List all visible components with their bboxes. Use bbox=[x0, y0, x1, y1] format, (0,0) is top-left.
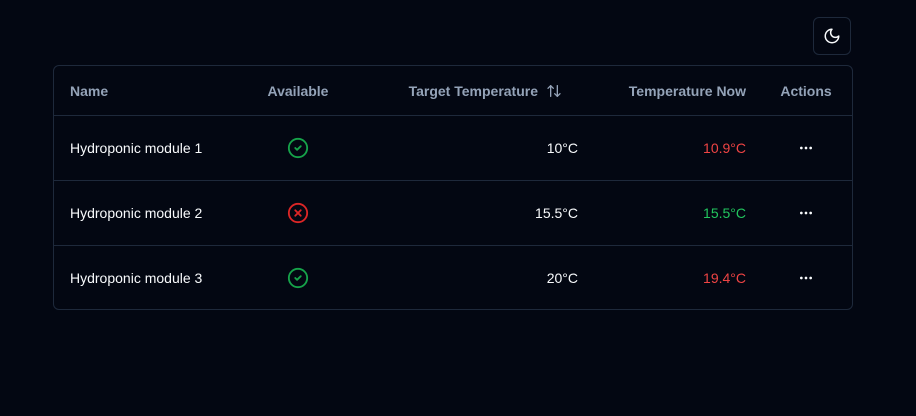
temperature-now: 15.5°C bbox=[703, 205, 746, 221]
column-header-temperature-now: Temperature Now bbox=[628, 82, 746, 99]
module-name: Hydroponic module 3 bbox=[70, 270, 203, 286]
x-circle-icon bbox=[287, 202, 309, 224]
moon-icon bbox=[824, 28, 840, 44]
more-horizontal-icon[interactable] bbox=[794, 201, 818, 225]
more-horizontal-icon[interactable] bbox=[794, 266, 818, 290]
row-actions bbox=[766, 181, 846, 245]
temperature-now: 10.9°C bbox=[703, 140, 746, 156]
table-header-row: Name Available Target Temperature Temper… bbox=[54, 66, 852, 115]
column-header-available: Available bbox=[267, 82, 329, 99]
column-header-name: Name bbox=[70, 82, 109, 99]
availability-cell bbox=[254, 116, 342, 180]
check-circle-icon bbox=[287, 137, 309, 159]
more-horizontal-icon[interactable] bbox=[794, 136, 818, 160]
modules-table: Name Available Target Temperature Temper… bbox=[53, 65, 853, 310]
check-circle-icon bbox=[287, 267, 309, 289]
target-temperature: 10°C bbox=[546, 140, 578, 156]
temperature-now: 19.4°C bbox=[703, 270, 746, 286]
module-name: Hydroponic module 2 bbox=[70, 205, 203, 221]
table-row: Hydroponic module 1 10°C 10.9°C bbox=[54, 115, 852, 180]
module-name: Hydroponic module 1 bbox=[70, 140, 203, 156]
column-header-target-temperature[interactable]: Target Temperature bbox=[354, 66, 562, 115]
row-actions bbox=[766, 246, 846, 309]
table-row: Hydroponic module 3 20°C 19.4°C bbox=[54, 245, 852, 309]
target-temperature: 20°C bbox=[546, 270, 578, 286]
theme-toggle-button[interactable] bbox=[813, 17, 851, 55]
table-row: Hydroponic module 2 15.5°C 15.5°C bbox=[54, 180, 852, 245]
availability-cell bbox=[254, 246, 342, 309]
target-temperature: 15.5°C bbox=[535, 205, 578, 221]
column-header-target-temperature-label: Target Temperature bbox=[408, 82, 538, 99]
availability-cell bbox=[254, 181, 342, 245]
sort-arrows-icon[interactable] bbox=[546, 83, 562, 99]
row-actions bbox=[766, 116, 846, 180]
column-header-actions: Actions bbox=[780, 82, 832, 99]
